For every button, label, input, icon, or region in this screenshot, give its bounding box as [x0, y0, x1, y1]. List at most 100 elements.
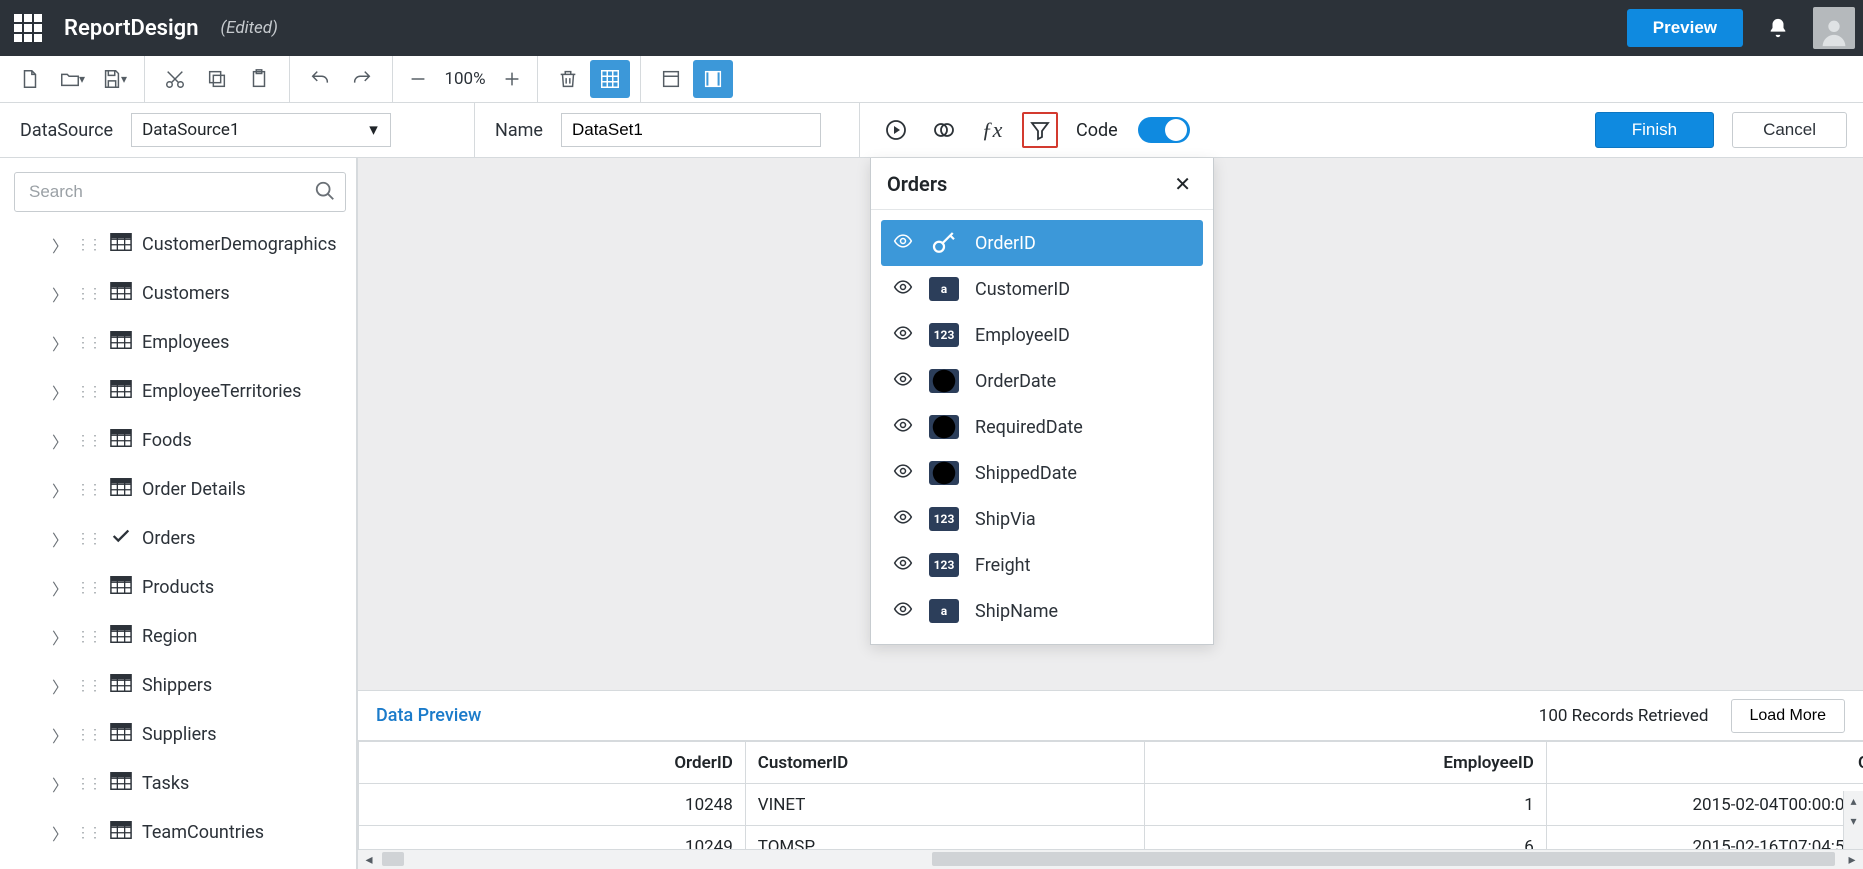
- preview-button[interactable]: Preview: [1627, 9, 1743, 47]
- table-tree-item[interactable]: 〉⋮⋮Tasks: [14, 759, 346, 808]
- join-button[interactable]: [926, 112, 962, 148]
- field-item[interactable]: RequiredDate: [881, 404, 1203, 450]
- table-tree-item[interactable]: 〉⋮⋮CustomerDemographics: [14, 220, 346, 269]
- field-item[interactable]: 123Freight: [881, 542, 1203, 588]
- header-toggle-button[interactable]: [651, 60, 691, 98]
- scroll-left-icon[interactable]: ◂: [358, 852, 380, 868]
- drag-handle-icon[interactable]: ⋮⋮: [76, 727, 100, 743]
- load-more-button[interactable]: Load More: [1731, 699, 1846, 733]
- finish-button[interactable]: Finish: [1595, 112, 1714, 148]
- dataset-name-input[interactable]: [561, 113, 821, 147]
- drag-handle-icon[interactable]: ⋮⋮: [76, 531, 100, 547]
- table-tree-item[interactable]: 〉⋮⋮Order Details: [14, 465, 346, 514]
- visibility-icon[interactable]: [893, 461, 913, 486]
- drag-handle-icon[interactable]: ⋮⋮: [76, 580, 100, 596]
- cut-button[interactable]: [155, 60, 195, 98]
- visibility-icon[interactable]: [893, 231, 913, 256]
- field-item[interactable]: aShipName: [881, 588, 1203, 634]
- table-tree-item[interactable]: 〉⋮⋮EmployeeTerritories: [14, 367, 346, 416]
- user-avatar[interactable]: [1813, 7, 1855, 49]
- visibility-icon[interactable]: [893, 415, 913, 440]
- expression-button[interactable]: ƒx: [974, 112, 1010, 148]
- grid-column-header[interactable]: CustomerID: [745, 742, 1144, 784]
- expand-icon[interactable]: 〉: [52, 625, 66, 649]
- field-item[interactable]: aCustomerID: [881, 266, 1203, 312]
- fullwidth-toggle-button[interactable]: [693, 60, 733, 98]
- table-tree-item[interactable]: 〉⋮⋮Orders: [14, 514, 346, 563]
- expand-icon[interactable]: 〉: [52, 331, 66, 355]
- notifications-icon[interactable]: [1767, 17, 1789, 39]
- field-item[interactable]: OrderDate: [881, 358, 1203, 404]
- expand-icon[interactable]: 〉: [52, 478, 66, 502]
- save-button[interactable]: ▾: [94, 60, 134, 98]
- expand-icon[interactable]: 〉: [52, 429, 66, 453]
- grid-column-header[interactable]: OrderID: [359, 742, 746, 784]
- app-launcher-icon[interactable]: [10, 10, 46, 46]
- visibility-icon[interactable]: [893, 369, 913, 394]
- drag-handle-icon[interactable]: ⋮⋮: [76, 776, 100, 792]
- expand-icon[interactable]: 〉: [52, 723, 66, 747]
- table-tree-item[interactable]: 〉⋮⋮Products: [14, 563, 346, 612]
- drag-handle-icon[interactable]: ⋮⋮: [76, 335, 100, 351]
- visibility-icon[interactable]: [893, 599, 913, 624]
- grid-column-header[interactable]: EmployeeID: [1145, 742, 1547, 784]
- table-tree-item[interactable]: 〉⋮⋮Suppliers: [14, 710, 346, 759]
- drag-handle-icon[interactable]: ⋮⋮: [76, 384, 100, 400]
- table-tree-item[interactable]: 〉⋮⋮Employees: [14, 318, 346, 367]
- zoom-in-button[interactable]: [497, 60, 527, 98]
- delete-button[interactable]: [548, 60, 588, 98]
- drag-handle-icon[interactable]: ⋮⋮: [76, 678, 100, 694]
- scroll-up-icon[interactable]: ▴: [1844, 791, 1863, 811]
- zoom-out-button[interactable]: [403, 60, 433, 98]
- drag-handle-icon[interactable]: ⋮⋮: [76, 825, 100, 841]
- datasource-select[interactable]: DataSource1 ▾: [131, 113, 391, 147]
- table-tree-item[interactable]: 〉⋮⋮Shippers: [14, 661, 346, 710]
- filter-button[interactable]: [1022, 112, 1058, 148]
- copy-button[interactable]: [197, 60, 237, 98]
- code-switch[interactable]: [1138, 117, 1190, 143]
- table-tree-item[interactable]: 〉⋮⋮TeamCountries: [14, 808, 346, 857]
- drag-handle-icon[interactable]: ⋮⋮: [76, 237, 100, 253]
- undo-button[interactable]: [300, 60, 340, 98]
- table-tree-item[interactable]: 〉⋮⋮Foods: [14, 416, 346, 465]
- expand-icon[interactable]: 〉: [52, 674, 66, 698]
- field-item[interactable]: ShippedDate: [881, 450, 1203, 496]
- expand-icon[interactable]: 〉: [52, 282, 66, 306]
- grid-vertical-scrollbar[interactable]: ▴ ▾: [1843, 791, 1863, 849]
- scroll-down-icon[interactable]: ▾: [1844, 811, 1863, 831]
- drag-handle-icon[interactable]: ⋮⋮: [76, 433, 100, 449]
- expand-icon[interactable]: 〉: [52, 821, 66, 845]
- grid-row[interactable]: 10248VINET12015-02-04T00:00:00.0000000Z2…: [359, 784, 1863, 826]
- open-button[interactable]: ▾: [52, 60, 92, 98]
- field-item[interactable]: OrderID: [881, 220, 1203, 266]
- grid-cell: 2015-02-04T00:00:00.0000000Z: [1546, 784, 1863, 826]
- visibility-icon[interactable]: [893, 323, 913, 348]
- design-canvas[interactable]: Orders ✕ OrderIDaCustomerID123EmployeeID…: [357, 158, 1863, 869]
- expand-icon[interactable]: 〉: [52, 233, 66, 257]
- expand-icon[interactable]: 〉: [52, 380, 66, 404]
- redo-button[interactable]: [342, 60, 382, 98]
- grid-horizontal-scrollbar[interactable]: ◂ ▸: [358, 849, 1863, 869]
- field-item[interactable]: 123EmployeeID: [881, 312, 1203, 358]
- drag-handle-icon[interactable]: ⋮⋮: [76, 286, 100, 302]
- visibility-icon[interactable]: [893, 277, 913, 302]
- grid-toggle-button[interactable]: [590, 60, 630, 98]
- scroll-right-icon[interactable]: ▸: [1841, 852, 1863, 868]
- cancel-button[interactable]: Cancel: [1732, 112, 1847, 148]
- paste-button[interactable]: [239, 60, 279, 98]
- drag-handle-icon[interactable]: ⋮⋮: [76, 629, 100, 645]
- field-item[interactable]: 123ShipVia: [881, 496, 1203, 542]
- expand-icon[interactable]: 〉: [52, 527, 66, 551]
- visibility-icon[interactable]: [893, 553, 913, 578]
- run-query-button[interactable]: [878, 112, 914, 148]
- visibility-icon[interactable]: [893, 507, 913, 532]
- new-file-button[interactable]: [10, 60, 50, 98]
- grid-column-header[interactable]: OrderDate: [1546, 742, 1863, 784]
- table-search-input[interactable]: [14, 172, 346, 212]
- table-tree-item[interactable]: 〉⋮⋮Customers: [14, 269, 346, 318]
- drag-handle-icon[interactable]: ⋮⋮: [76, 482, 100, 498]
- popup-close-button[interactable]: ✕: [1168, 168, 1197, 200]
- table-tree-item[interactable]: 〉⋮⋮Region: [14, 612, 346, 661]
- expand-icon[interactable]: 〉: [52, 772, 66, 796]
- expand-icon[interactable]: 〉: [52, 576, 66, 600]
